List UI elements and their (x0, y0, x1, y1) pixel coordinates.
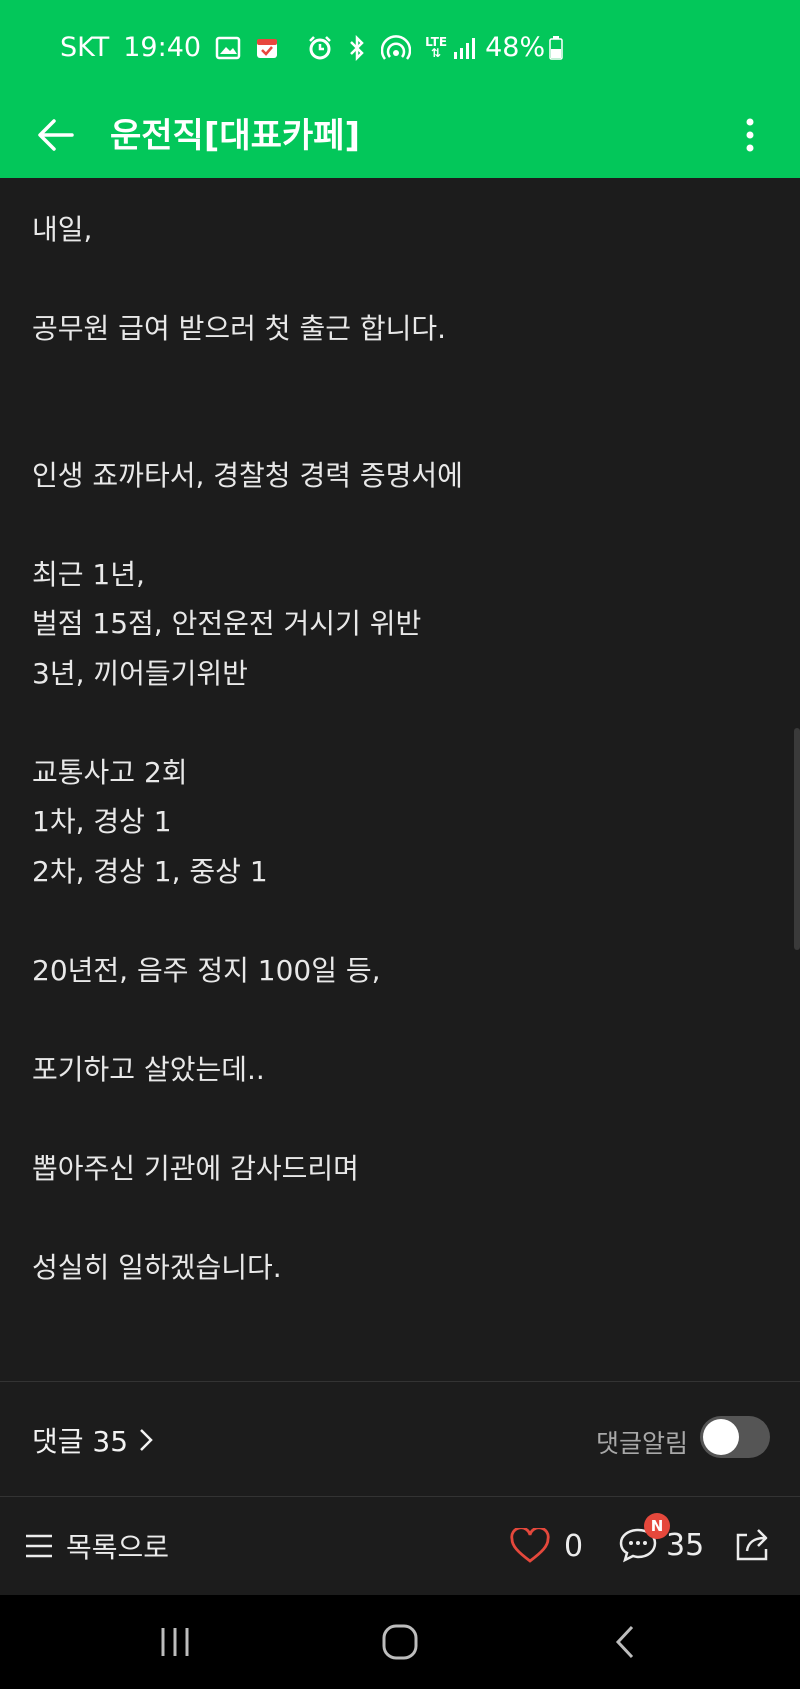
comments-count-label: 댓글 35 (32, 1425, 129, 1458)
post-line: 공무원 급여 받으러 첫 출근 합니다. (32, 312, 447, 345)
like-button[interactable]: 0 (510, 1521, 583, 1571)
post-line: 벌점 15점, 안전운전 거시기 위반 (32, 607, 422, 640)
post-line: 1차, 경상 1 (32, 805, 172, 838)
comment-section-bar: 댓글 35 댓글알림 (0, 1382, 800, 1496)
lte-icon: LTE ⇅ (425, 36, 447, 60)
post-line: 성실히 일하겠습니다. (32, 1251, 282, 1284)
post-line: 최근 1년, (32, 558, 145, 591)
menu-icon (26, 1534, 52, 1558)
page-title: 운전직[대표카페] (110, 116, 361, 156)
heart-icon (510, 1528, 550, 1563)
comment-count: 35 (666, 1527, 705, 1563)
recent-apps-button[interactable] (145, 1617, 205, 1667)
comments-link[interactable]: 댓글 35 (32, 1420, 154, 1460)
like-count: 0 (564, 1528, 584, 1564)
post-line: 내일, (32, 213, 93, 246)
home-button[interactable] (370, 1617, 430, 1667)
system-back-button[interactable] (595, 1617, 655, 1667)
hotspot-icon (381, 34, 412, 61)
data-arrows-icon: ⇅ (431, 45, 442, 60)
post-content[interactable]: 내일, 공무원 급여 받으러 첫 출근 합니다. 인생 죠까타서, 경찰청 경력… (0, 178, 800, 1380)
status-bar: SKT 19:40 LTE ⇅ 48% (0, 0, 800, 95)
calendar-icon (255, 36, 279, 60)
scrollbar-thumb[interactable] (794, 728, 800, 950)
more-vertical-icon (746, 118, 754, 152)
alarm-icon (307, 35, 333, 61)
more-options-button[interactable] (730, 109, 770, 161)
post-line: 3년, 끼어들기위반 (32, 657, 248, 690)
battery-percent: 48% (485, 32, 546, 63)
chevron-left-icon (615, 1625, 634, 1659)
carrier-label: SKT (60, 32, 110, 63)
post-line: 인생 죠까타서, 경찰청 경력 증명서에 (32, 459, 463, 492)
bluetooth-icon (347, 34, 367, 61)
bottom-action-bar: 목록으로 0 N 35 (0, 1497, 800, 1595)
arrow-left-icon (38, 119, 74, 151)
home-icon (382, 1624, 418, 1660)
back-to-list-button[interactable]: 목록으로 (24, 1521, 169, 1571)
post-line: 뽑아주신 기관에 감사드리며 (32, 1152, 359, 1185)
post-line: 2차, 경상 1, 중상 1 (32, 855, 268, 888)
post-line: 포기하고 살았는데.. (32, 1053, 265, 1086)
toggle-knob (703, 1419, 739, 1455)
share-icon (736, 1529, 768, 1561)
system-nav-bar (0, 1595, 800, 1689)
share-button[interactable] (730, 1521, 776, 1567)
comment-button[interactable]: N 35 (618, 1513, 705, 1573)
recent-apps-icon (161, 1628, 189, 1656)
post-line: 20년전, 음주 정지 100일 등, (32, 954, 381, 987)
clock: 19:40 (123, 32, 202, 63)
comment-alarm-toggle[interactable] (700, 1416, 770, 1458)
chevron-right-icon (140, 1429, 153, 1451)
back-button[interactable] (30, 109, 82, 161)
signal-icon (453, 36, 476, 60)
app-bar: 운전직[대표카페] (0, 95, 800, 178)
back-to-list-label: 목록으로 (66, 1531, 170, 1564)
battery-icon (549, 35, 563, 60)
new-badge: N (644, 1513, 670, 1539)
gallery-icon (215, 36, 241, 60)
comment-alarm-label: 댓글알림 (595, 1429, 688, 1458)
post-line: 교통사고 2회 (32, 756, 188, 789)
